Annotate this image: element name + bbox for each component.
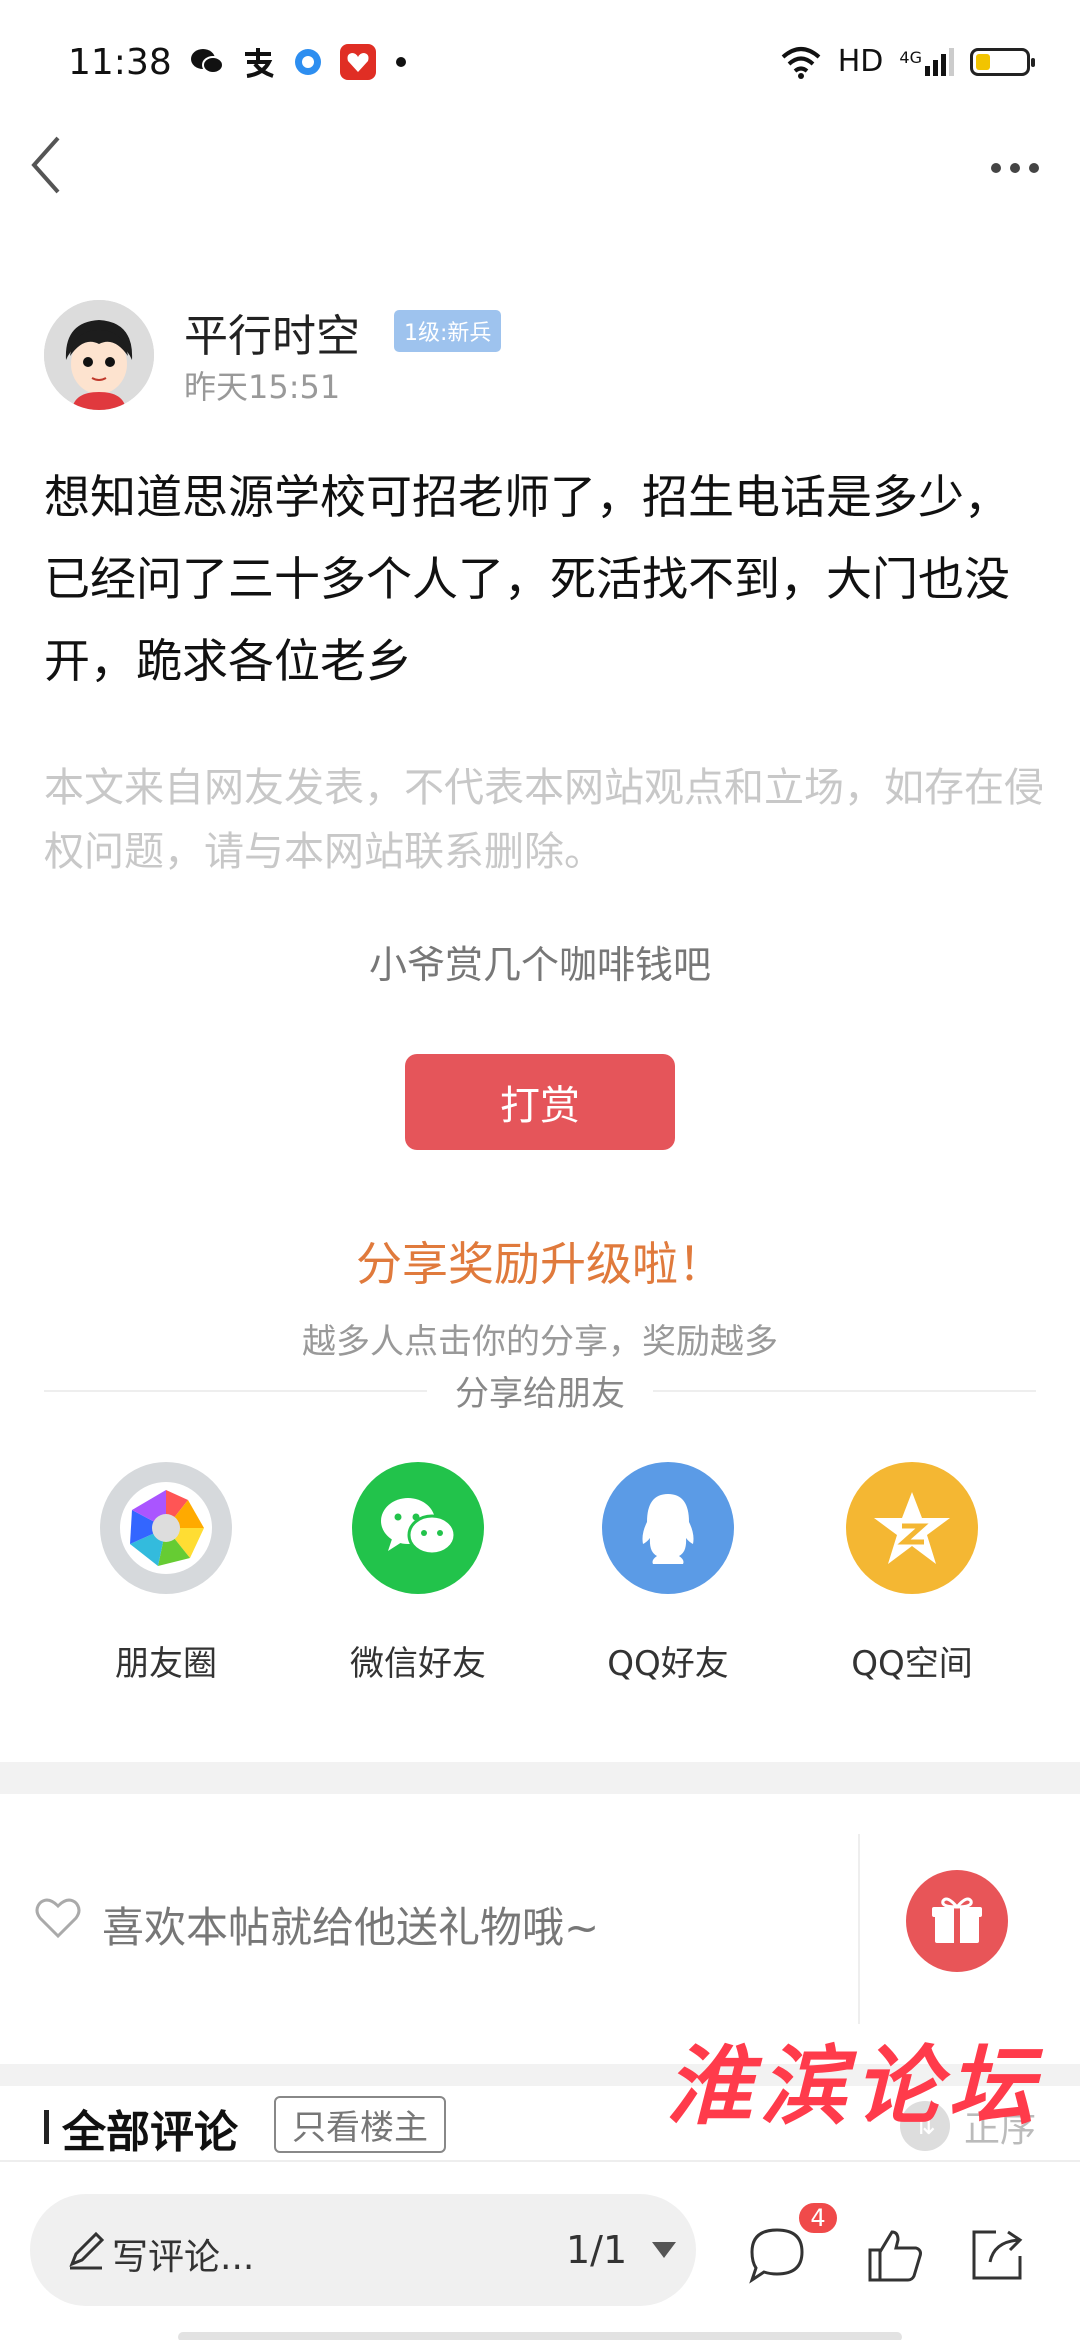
chevron-left-icon[interactable] <box>26 130 86 210</box>
share-title: 分享奖励升级啦！ <box>356 1237 724 1291</box>
comment-input[interactable]: 写评论... 1/1 <box>30 2194 696 2306</box>
comment-placeholder: 写评论... <box>112 2237 255 2278</box>
level-badge: 1级:新兵 <box>394 310 502 352</box>
signal-indicator: 4G <box>899 47 954 76</box>
share-icon[interactable] <box>966 2224 1028 2286</box>
nav-bar <box>0 130 1080 250</box>
disclaimer: 本文来自网友发表，不代表本网站观点和立场，如存在侵权问题，请与本网站联系删除。 <box>44 765 1044 875</box>
page-indicator[interactable]: 1/1 <box>566 2228 627 2272</box>
wifi-icon <box>781 46 821 79</box>
share-name: QQ空间 <box>851 1644 973 1684</box>
more-dots-icon[interactable] <box>980 148 1050 188</box>
gift-separator <box>858 1834 860 2024</box>
title-marker <box>44 2110 49 2144</box>
comment-icon[interactable] <box>746 2224 808 2286</box>
caret-down-icon[interactable] <box>652 2242 676 2258</box>
like-icon[interactable] <box>864 2224 926 2286</box>
status-indicators: HD 4G <box>780 44 1035 79</box>
bottom-bar: 写评论... 1/1 4 <box>0 2160 1080 2340</box>
heart-icon[interactable] <box>34 1896 82 1940</box>
avatar[interactable] <box>44 300 154 410</box>
pinduoduo-icon <box>340 44 376 80</box>
moments-icon <box>100 1462 232 1594</box>
share-subtitle: 越多人点击你的分享，奖励越多 <box>302 1322 778 1362</box>
status-time: 11:38 <box>68 42 172 83</box>
network-type: HD <box>837 44 884 79</box>
wechat-icon <box>352 1462 484 1594</box>
share-name: QQ好友 <box>607 1644 729 1684</box>
share-label: 分享给朋友 <box>0 1366 1080 1415</box>
post-time: 昨天15:51 <box>184 368 341 406</box>
home-indicator[interactable] <box>178 2332 902 2340</box>
alipay-icon <box>240 44 276 80</box>
share-targets: 朋友圈 微信好友 QQ好友 QQ空间 <box>0 1462 1080 1684</box>
watermark: 淮滨论坛 <box>666 2036 1042 2137</box>
reward-tip: 小爷赏几个咖啡钱吧 <box>368 943 711 987</box>
status-bar: 11:38 HD 4G <box>0 0 1080 130</box>
gift-icon[interactable] <box>906 1870 1008 1972</box>
reward-button[interactable]: 打赏 <box>405 1054 675 1150</box>
gift-text: 喜欢本帖就给他送礼物哦~ <box>102 1903 600 1952</box>
share-qzone[interactable]: QQ空间 <box>812 1462 1012 1685</box>
qzone-icon <box>846 1462 978 1594</box>
battery-icon <box>970 47 1035 76</box>
share-moments[interactable]: 朋友圈 <box>66 1462 266 1685</box>
pen-icon <box>69 2231 105 2270</box>
share-name: 微信好友 <box>350 1644 486 1684</box>
share-wechat[interactable]: 微信好友 <box>318 1462 518 1685</box>
wechat-icon <box>188 44 226 80</box>
only-op-button[interactable]: 只看楼主 <box>274 2096 446 2153</box>
author-info: 平行时空 1级:新兵 昨天15:51 <box>44 300 1044 420</box>
comment-count-badge: 4 <box>796 2200 840 2236</box>
notification-dot <box>396 57 406 67</box>
share-name: 朋友圈 <box>115 1644 217 1684</box>
comments-title: 全部评论 <box>62 2107 238 2158</box>
qq-icon <box>602 1462 734 1594</box>
author-name[interactable]: 平行时空 <box>184 300 360 364</box>
section-divider <box>0 1762 1080 1794</box>
status-app-icons <box>188 44 406 80</box>
share-qq[interactable]: QQ好友 <box>568 1462 768 1685</box>
browser-icon <box>290 44 326 80</box>
post-content: 想知道思源学校可招老师了，招生电话是多少，已经问了三十多个人了，死活找不到，大门… <box>44 470 1010 688</box>
